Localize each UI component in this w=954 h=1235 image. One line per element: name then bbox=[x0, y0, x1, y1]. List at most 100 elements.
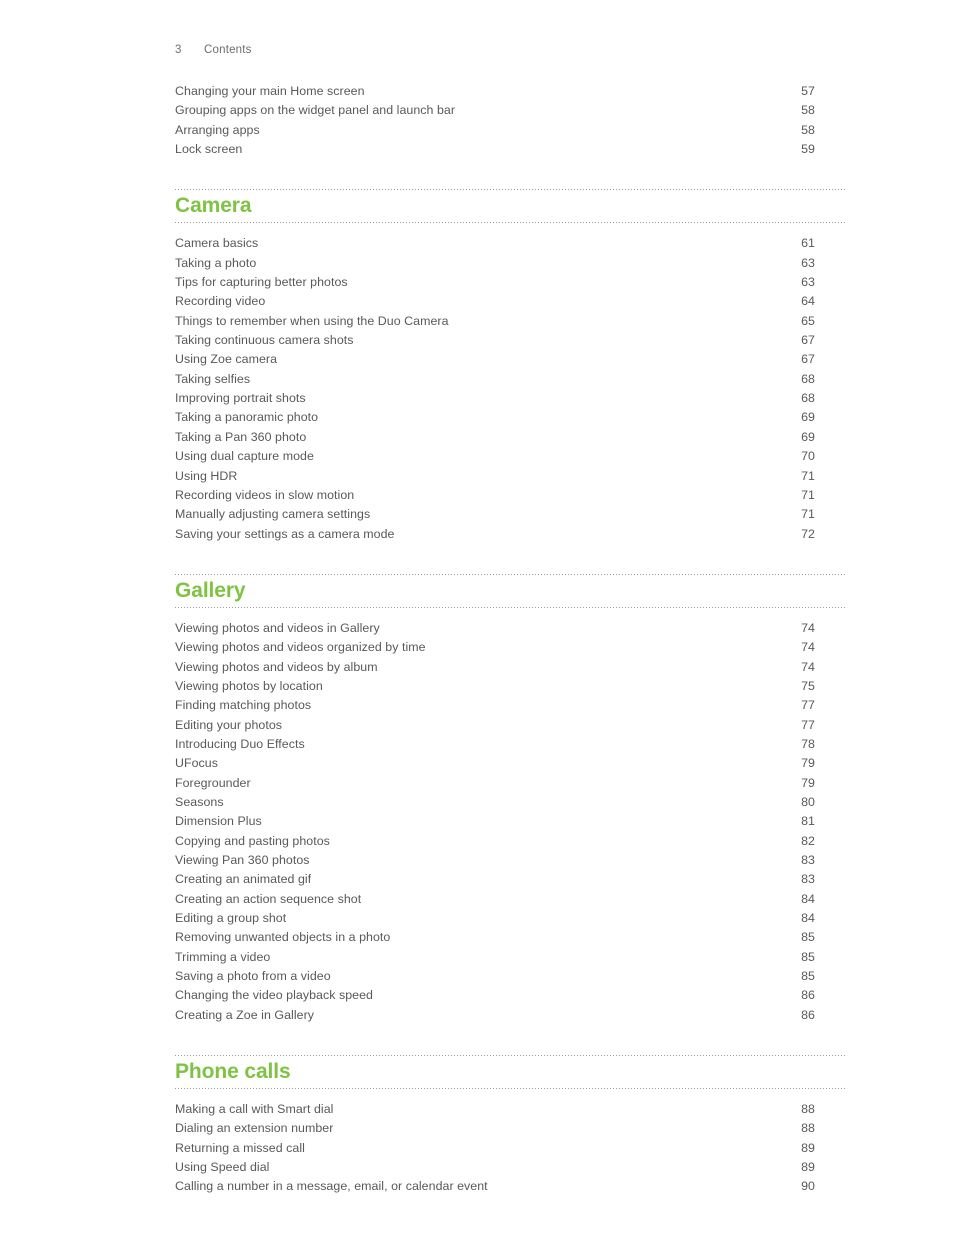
toc-entry-page-number: 67 bbox=[801, 333, 815, 348]
toc-entry-title: Viewing photos by location bbox=[175, 678, 323, 693]
toc-entry-page-number: 72 bbox=[801, 526, 815, 541]
toc-entry-title: Creating an animated gif bbox=[175, 872, 312, 887]
toc-entry-page-number: 79 bbox=[801, 756, 815, 771]
toc-entry[interactable]: Taking continuous camera shots 67 bbox=[175, 331, 845, 350]
toc-entry-page-number: 83 bbox=[801, 853, 815, 867]
toc-entry-page-number: 88 bbox=[801, 1121, 815, 1136]
toc-entry-title: Taking selfies bbox=[175, 371, 251, 386]
toc-entry[interactable]: Taking a photo 63 bbox=[175, 254, 845, 273]
toc-entry-title: Returning a missed call bbox=[175, 1140, 305, 1155]
section-heading-group: Gallery bbox=[175, 573, 845, 608]
toc-entry-title: Things to remember when using the Duo Ca… bbox=[175, 313, 449, 328]
toc-entry[interactable]: Creating an action sequence shot 84 bbox=[175, 890, 845, 909]
toc-entry-page-number: 68 bbox=[801, 371, 815, 386]
toc-entry-title: Using dual capture mode bbox=[175, 449, 314, 464]
toc-section: Phone calls Making a call with Smart dial… bbox=[175, 1055, 845, 1197]
toc-entry-title: Editing a group shot bbox=[175, 911, 287, 926]
section-heading[interactable]: Phone calls bbox=[175, 1056, 845, 1088]
toc-entry[interactable]: Seasons 80 bbox=[175, 793, 845, 812]
toc-entry-page-number: 65 bbox=[801, 313, 815, 328]
toc-entry[interactable]: Removing unwanted objects in a photo 85 bbox=[175, 928, 845, 947]
toc-entry-page-number: 67 bbox=[801, 352, 815, 367]
toc-entry[interactable]: Recording videos in slow motion 71 bbox=[175, 486, 845, 505]
toc-entry[interactable]: Editing a group shot 84 bbox=[175, 909, 845, 928]
toc-entry[interactable]: Saving your settings as a camera mode 72 bbox=[175, 525, 845, 544]
section-heading[interactable]: Camera bbox=[175, 190, 845, 222]
toc-entry[interactable]: Viewing Pan 360 photos 83 bbox=[175, 851, 845, 870]
toc-entry[interactable]: UFocus 79 bbox=[175, 754, 845, 773]
toc-entry[interactable]: Changing the video playback speed 86 bbox=[175, 986, 845, 1005]
toc-entry[interactable]: Lock screen 59 bbox=[175, 140, 845, 159]
toc-entry[interactable]: Changing your main Home screen 57 bbox=[175, 82, 845, 101]
toc-entry-title: Creating a Zoe in Gallery bbox=[175, 1007, 314, 1022]
toc-entry-title: Taking a Pan 360 photo bbox=[175, 429, 307, 444]
toc-entry[interactable]: Editing your photos 77 bbox=[175, 716, 845, 735]
toc-entry-page-number: 90 bbox=[801, 1179, 815, 1194]
toc-entry[interactable]: Finding matching photos 77 bbox=[175, 696, 845, 715]
toc-entry-page-number: 74 bbox=[801, 659, 815, 674]
toc-entry[interactable]: Dialing an extension number 88 bbox=[175, 1119, 845, 1138]
toc-entry-title: Making a call with Smart dial bbox=[175, 1102, 334, 1117]
toc-entry[interactable]: Making a call with Smart dial 88 bbox=[175, 1100, 845, 1119]
toc-entry[interactable]: Returning a missed call 89 bbox=[175, 1139, 845, 1158]
toc-entry[interactable]: Creating an animated gif 83 bbox=[175, 870, 845, 889]
toc-section: Gallery Viewing photos and videos in Gall… bbox=[175, 573, 845, 1025]
toc-entry[interactable]: Improving portrait shots 68 bbox=[175, 389, 845, 408]
toc-entry-page-number: 89 bbox=[801, 1140, 815, 1155]
toc-entry[interactable]: Viewing photos by location 75 bbox=[175, 677, 845, 696]
toc-entry-title: Viewing photos and videos in Gallery bbox=[175, 620, 380, 635]
toc-entry[interactable]: Introducing Duo Effects 78 bbox=[175, 735, 845, 754]
toc-entry-title: Improving portrait shots bbox=[175, 391, 306, 406]
toc-entry[interactable]: Using dual capture mode 70 bbox=[175, 447, 845, 466]
toc-entry[interactable]: Taking a panoramic photo 69 bbox=[175, 408, 845, 427]
toc-entry[interactable]: Taking a Pan 360 photo 69 bbox=[175, 428, 845, 447]
toc-entry[interactable]: Dimension Plus 81 bbox=[175, 812, 845, 831]
toc-entry[interactable]: Viewing photos and videos in Gallery 74 bbox=[175, 619, 845, 638]
toc-entry-title: Using Zoe camera bbox=[175, 352, 278, 367]
section-heading-group: Phone calls bbox=[175, 1055, 845, 1090]
toc-entry-page-number: 71 bbox=[801, 507, 815, 522]
toc-entry-title: Seasons bbox=[175, 794, 224, 809]
toc-entry[interactable]: Taking selfies 68 bbox=[175, 370, 845, 389]
toc-entry[interactable]: Manually adjusting camera settings 71 bbox=[175, 505, 845, 524]
toc-section: Changing your main Home screen 57 Grouping… bbox=[175, 82, 845, 159]
section-heading[interactable]: Gallery bbox=[175, 575, 845, 607]
toc-entry[interactable]: Recording video 64 bbox=[175, 292, 845, 311]
toc-entry[interactable]: Creating a Zoe in Gallery 86 bbox=[175, 1006, 845, 1025]
toc-entry-page-number: 61 bbox=[801, 236, 815, 251]
toc-entry[interactable]: Viewing photos and videos by album 74 bbox=[175, 658, 845, 677]
toc-entry-page-number: 58 bbox=[801, 103, 815, 118]
toc-entry-title: Taking continuous camera shots bbox=[175, 333, 354, 348]
toc-entry[interactable]: Using Speed dial 89 bbox=[175, 1158, 845, 1177]
toc-entry-page-number: 74 bbox=[801, 620, 815, 635]
toc-entry-page-number: 68 bbox=[801, 391, 815, 406]
toc-entry[interactable]: Arranging apps 58 bbox=[175, 121, 845, 140]
toc-entry[interactable]: Trimming a video 85 bbox=[175, 948, 845, 967]
toc-entry-page-number: 89 bbox=[801, 1160, 815, 1175]
toc-entry-title: Taking a photo bbox=[175, 255, 257, 270]
toc-entry-title: Creating an action sequence shot bbox=[175, 891, 362, 906]
toc-entry[interactable]: Saving a photo from a video 85 bbox=[175, 967, 845, 986]
toc-entry-title: Removing unwanted objects in a photo bbox=[175, 930, 391, 945]
toc-entry-list: Camera basics 61 Taking a photo 63 Tips for … bbox=[175, 234, 845, 544]
section-rule-bottom bbox=[175, 606, 845, 608]
toc-entry-title: Viewing Pan 360 photos bbox=[175, 853, 310, 867]
toc-entry[interactable]: Copying and pasting photos 82 bbox=[175, 832, 845, 851]
page-header-label: Contents bbox=[204, 44, 252, 56]
toc-entry-page-number: 75 bbox=[801, 678, 815, 693]
toc-entry-page-number: 57 bbox=[801, 84, 815, 98]
toc-entry-title: Taking a panoramic photo bbox=[175, 410, 319, 425]
toc-entry[interactable]: Foregrounder 79 bbox=[175, 774, 845, 793]
toc-entry[interactable]: Camera basics 61 bbox=[175, 234, 845, 253]
toc-entry-title: Saving a photo from a video bbox=[175, 969, 331, 984]
toc-entry[interactable]: Things to remember when using the Duo Ca… bbox=[175, 312, 845, 331]
toc-entry-page-number: 69 bbox=[801, 410, 815, 425]
toc-entry[interactable]: Using Zoe camera 67 bbox=[175, 350, 845, 369]
toc-entry[interactable]: Calling a number in a message, email, or… bbox=[175, 1177, 845, 1196]
section-heading-group: Camera bbox=[175, 189, 845, 224]
toc-entry[interactable]: Viewing photos and videos organized by t… bbox=[175, 638, 845, 657]
toc-entry-title: Using Speed dial bbox=[175, 1160, 270, 1175]
toc-entry[interactable]: Grouping apps on the widget panel and la… bbox=[175, 101, 845, 120]
toc-entry[interactable]: Tips for capturing better photos 63 bbox=[175, 273, 845, 292]
toc-entry[interactable]: Using HDR 71 bbox=[175, 467, 845, 486]
